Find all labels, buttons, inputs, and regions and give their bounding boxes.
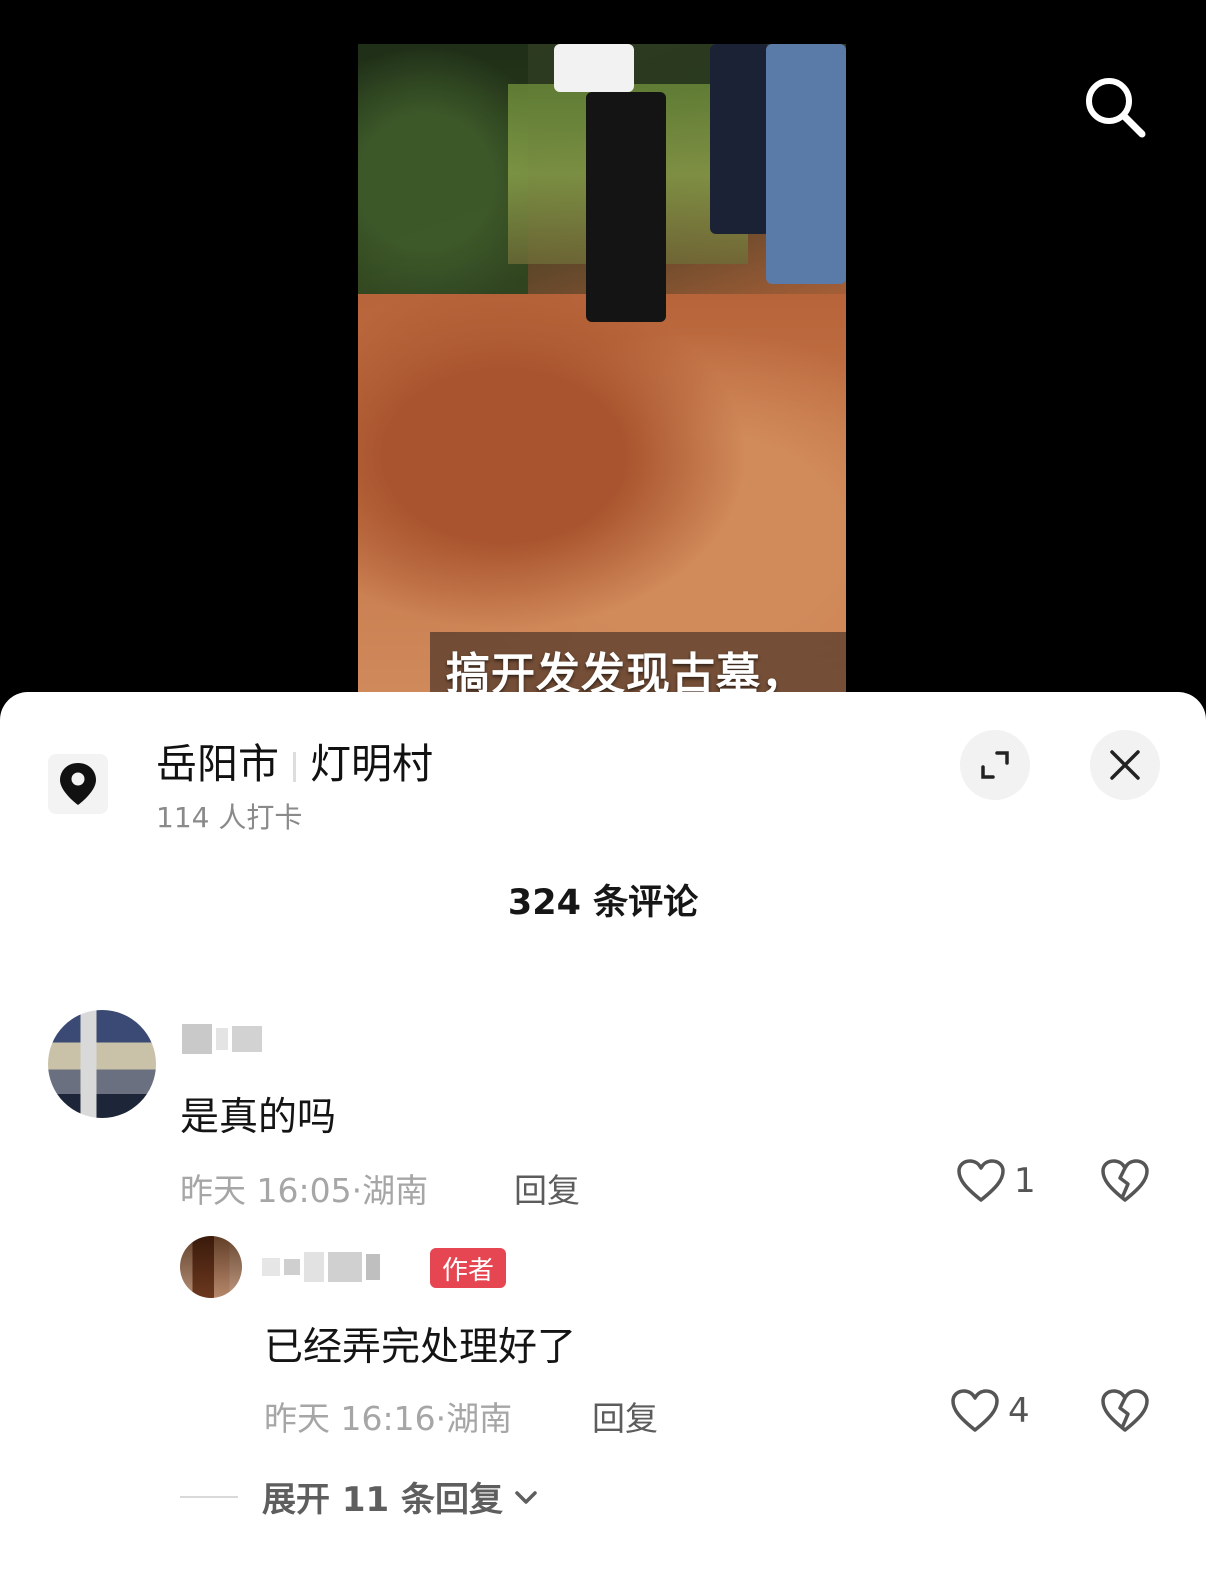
expand-icon — [981, 751, 1009, 779]
video-frame[interactable]: 搞开发发现古墓， — [358, 44, 846, 700]
expand-button[interactable] — [960, 730, 1030, 800]
video-player[interactable]: 搞开发发现古墓， — [0, 0, 1206, 720]
reply-meta: 昨天 16:16·湖南 — [264, 1392, 512, 1440]
dislike-button[interactable] — [1100, 1388, 1150, 1438]
heart-icon — [951, 1389, 999, 1432]
close-button[interactable] — [1090, 730, 1160, 800]
meta-dot: · — [351, 1171, 363, 1210]
avatar[interactable] — [180, 1236, 242, 1298]
heart-icon — [957, 1159, 1005, 1202]
location-button[interactable] — [48, 754, 108, 814]
comments-count-title: 324 条评论 — [507, 883, 699, 923]
reply-button[interactable]: 回复 — [592, 1392, 658, 1440]
reply-time: 昨天 16:16 — [264, 1399, 436, 1438]
meta-dot: · — [435, 1399, 447, 1438]
reply-region: 湖南 — [446, 1399, 513, 1438]
like-button[interactable]: 4 — [950, 1388, 1030, 1434]
location-title[interactable]: 岳阳市 灯明村 — [156, 730, 433, 790]
expand-replies-button[interactable]: 展开 11 条回复 — [180, 1472, 541, 1521]
video-person-shirt — [554, 44, 634, 92]
dislike-button[interactable] — [1100, 1158, 1150, 1208]
expand-replies-label: 展开 11 条回复 — [262, 1480, 503, 1520]
comment-region: 湖南 — [362, 1171, 429, 1210]
location-pin-icon — [60, 763, 96, 805]
username-blurred[interactable] — [182, 1024, 262, 1054]
author-badge: 作者 — [430, 1248, 507, 1288]
video-caption: 搞开发发现古墓， — [446, 649, 806, 700]
broken-heart-icon — [1101, 1159, 1149, 1202]
like-button[interactable]: 1 — [956, 1158, 1036, 1204]
chevron-down-icon — [515, 1490, 537, 1504]
reply-text: 已经弄完处理好了 — [264, 1325, 577, 1370]
comment-sheet: 岳阳市 灯明村 114 人打卡 324 条评论 是真的吗 昨天 16:05·湖南 … — [0, 692, 1206, 1579]
comment-meta: 昨天 16:05·湖南 — [180, 1164, 428, 1212]
location-village: 灯明村 — [310, 740, 433, 788]
divider — [180, 1495, 238, 1498]
location-checkins: 114 人打卡 — [156, 801, 303, 834]
reply-button[interactable]: 回复 — [514, 1164, 580, 1212]
video-person-legs — [710, 44, 770, 234]
search-button[interactable] — [1082, 74, 1148, 140]
username-blurred[interactable] — [262, 1252, 380, 1282]
search-icon — [1086, 78, 1146, 138]
like-count: 4 — [1008, 1391, 1030, 1431]
location-separator — [293, 752, 296, 782]
comment-text: 是真的吗 — [180, 1095, 337, 1140]
close-icon — [1110, 750, 1140, 780]
like-count: 1 — [1014, 1161, 1036, 1201]
avatar[interactable] — [48, 1010, 156, 1118]
broken-heart-icon — [1101, 1389, 1149, 1432]
video-person-legs — [586, 92, 666, 322]
video-person-legs — [766, 44, 846, 284]
location-city: 岳阳市 — [156, 740, 279, 788]
comment-time: 昨天 16:05 — [180, 1171, 352, 1210]
